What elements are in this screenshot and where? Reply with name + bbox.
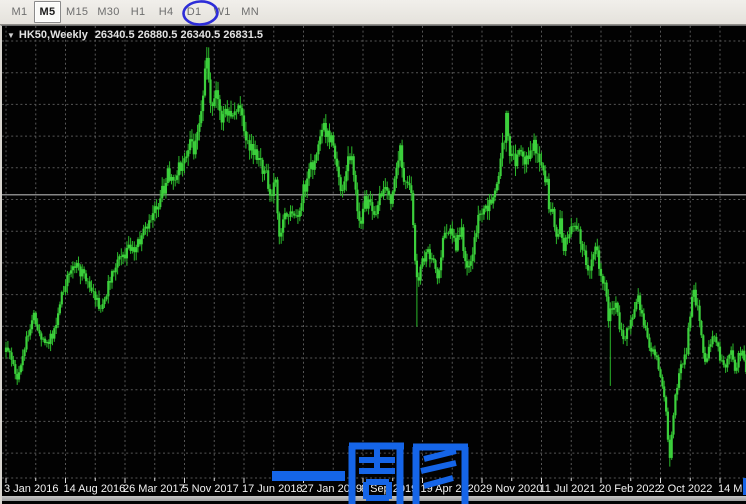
price-chart[interactable] [2, 26, 746, 504]
chart-title: ▼ HK50,Weekly 26340.5 26880.5 26340.5 2683… [7, 29, 263, 41]
window-bottom-border [2, 496, 746, 501]
timeframe-button-w1[interactable]: W1 [209, 1, 236, 23]
screenshot-root: { "toolbar": { "timeframes": [ {"label":… [0, 0, 746, 504]
chart-window: ▼ HK50,Weekly 26340.5 26880.5 26340.5 2683… [0, 25, 746, 504]
timeframe-button-m5[interactable]: M5 [34, 1, 61, 23]
x-axis-ticks [6, 478, 720, 483]
timeframe-button-m1[interactable]: M1 [6, 1, 33, 23]
timeframe-button-h4[interactable]: H4 [153, 1, 180, 23]
timeframe-button-d1[interactable]: D1 [181, 1, 208, 23]
symbol-dropdown-icon: ▼ [7, 31, 15, 40]
candles-layer [6, 47, 746, 467]
timeframe-button-m15[interactable]: M15 [62, 1, 92, 23]
timeframe-button-mn[interactable]: MN [237, 1, 264, 23]
timeframe-button-m30[interactable]: M30 [93, 1, 123, 23]
timeframe-button-h1[interactable]: H1 [125, 1, 152, 23]
chart-ohlc-quotes: 26340.5 26880.5 26340.5 26831.5 [95, 29, 263, 41]
timeframe-toolbar: M1 M5 M15 M30 H1 H4 D1 W1 MN [0, 0, 746, 25]
grid-layer [2, 26, 746, 478]
chart-symbol-period: HK50,Weekly [19, 29, 88, 41]
